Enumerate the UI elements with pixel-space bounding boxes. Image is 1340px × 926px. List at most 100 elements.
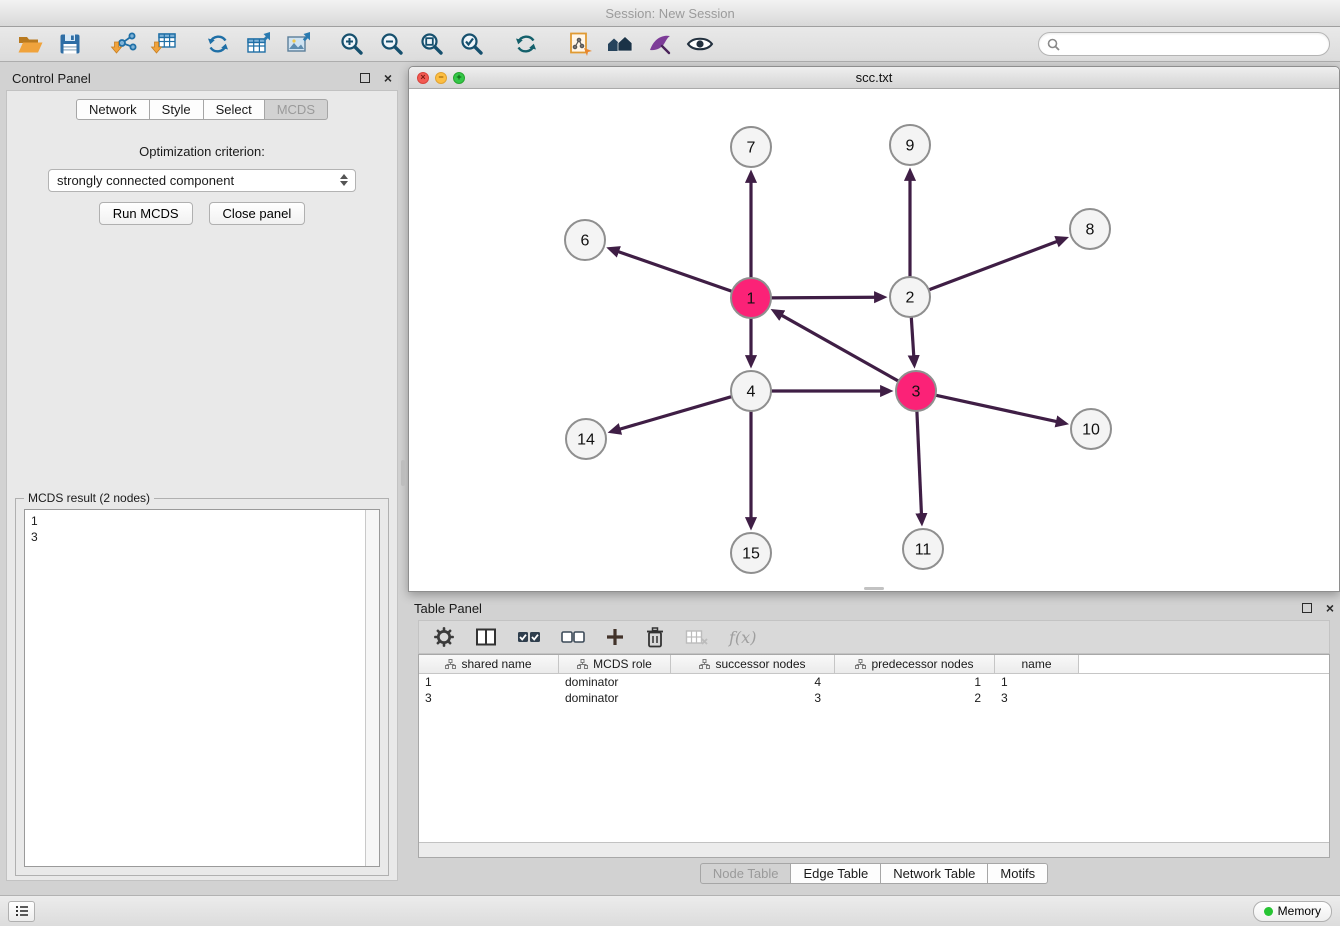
attach-table-button[interactable] xyxy=(238,29,278,59)
refresh-layout-button[interactable] xyxy=(506,29,546,59)
zoom-selected-button[interactable] xyxy=(452,29,492,59)
canvas-resize-handle[interactable] xyxy=(864,587,884,590)
tab-edge-table[interactable]: Edge Table xyxy=(790,863,881,884)
tab-select[interactable]: Select xyxy=(203,99,265,120)
window-close-icon[interactable] xyxy=(417,72,429,84)
column-header-name[interactable]: name xyxy=(995,655,1079,673)
column-type-icon xyxy=(445,659,456,669)
unselect-all-button[interactable] xyxy=(561,628,585,646)
import-table-button[interactable] xyxy=(144,29,184,59)
graph-node-label: 1 xyxy=(747,291,756,308)
column-header-mcds-role[interactable]: MCDS role xyxy=(559,655,671,673)
window-zoom-icon[interactable] xyxy=(453,72,465,84)
cell-shared-name: 3 xyxy=(419,691,559,705)
delete-table-button[interactable] xyxy=(685,628,709,646)
optimization-criterion-select[interactable]: strongly connected component xyxy=(48,169,356,192)
zoom-fit-icon xyxy=(419,31,445,57)
optimization-criterion-label: Optimization criterion: xyxy=(139,144,265,159)
save-session-button[interactable] xyxy=(50,29,90,59)
node-table: shared name MCDS role successor nodes xyxy=(418,654,1330,858)
column-header-shared-name[interactable]: shared name xyxy=(419,655,559,673)
tab-mcds[interactable]: MCDS xyxy=(264,99,328,120)
zoom-out-button[interactable] xyxy=(372,29,412,59)
selected-option: strongly connected component xyxy=(57,173,234,188)
zoom-in-button[interactable] xyxy=(332,29,372,59)
cell-successor-nodes: 4 xyxy=(671,675,835,689)
memory-button[interactable]: Memory xyxy=(1253,901,1332,922)
gear-icon xyxy=(433,626,455,648)
fx-icon: f(x) xyxy=(729,628,756,647)
network-window-title: scc.txt xyxy=(409,70,1339,85)
add-column-button[interactable] xyxy=(605,627,625,647)
run-mcds-button[interactable]: Run MCDS xyxy=(99,202,193,225)
table-settings-button[interactable] xyxy=(433,626,455,648)
export-image-button[interactable] xyxy=(278,29,318,59)
result-line: 1 xyxy=(31,513,359,529)
save-floppy-icon xyxy=(58,32,82,56)
search-icon xyxy=(1047,38,1060,51)
graph-edge-3-10[interactable] xyxy=(936,395,1058,422)
graph-edge-4-14[interactable] xyxy=(619,397,732,430)
new-network-button[interactable] xyxy=(198,29,238,59)
show-hide-button[interactable] xyxy=(680,29,720,59)
tab-motifs[interactable]: Motifs xyxy=(987,863,1048,884)
search-box[interactable] xyxy=(1038,32,1330,56)
tab-network-table[interactable]: Network Table xyxy=(880,863,988,884)
graph-edge-1-2[interactable] xyxy=(771,297,876,298)
tab-network[interactable]: Network xyxy=(76,99,150,120)
split-column-button[interactable] xyxy=(475,627,497,647)
status-bar: Memory xyxy=(0,895,1340,926)
apply-style-button[interactable] xyxy=(560,29,600,59)
zoom-fit-button[interactable] xyxy=(412,29,452,59)
mcds-result-groupbox: MCDS result (2 nodes) 1 3 xyxy=(15,498,389,876)
column-header-predecessor-nodes[interactable]: predecessor nodes xyxy=(835,655,995,673)
graph-edge-3-1[interactable] xyxy=(781,315,899,381)
tab-node-table[interactable]: Node Table xyxy=(700,863,792,884)
graph-edge-1-6[interactable] xyxy=(617,251,732,291)
purple-brush-icon xyxy=(647,32,673,56)
open-folder-icon xyxy=(17,32,44,56)
close-panel-icon[interactable] xyxy=(384,71,392,85)
task-history-button[interactable] xyxy=(8,901,35,922)
splitter-handle[interactable] xyxy=(401,460,405,486)
mcds-result-area[interactable]: 1 3 xyxy=(24,509,380,867)
show-all-button[interactable] xyxy=(600,29,640,59)
network-graph[interactable]: 7968124314101511 xyxy=(409,89,1339,591)
column-type-icon xyxy=(699,659,710,669)
float-table-panel-icon[interactable] xyxy=(1302,603,1312,613)
mcds-result-title: MCDS result (2 nodes) xyxy=(24,491,154,505)
table-panel-title: Table Panel xyxy=(414,601,482,616)
network-arrows-icon xyxy=(205,31,231,57)
window-minimize-icon[interactable] xyxy=(435,72,447,84)
import-network-icon xyxy=(110,31,138,57)
split-column-icon xyxy=(475,627,497,647)
close-panel-button[interactable]: Close panel xyxy=(209,202,306,225)
search-input[interactable] xyxy=(1060,37,1329,52)
close-table-panel-icon[interactable] xyxy=(1326,601,1334,615)
window-titlebar: Session: New Session xyxy=(0,0,1340,27)
graph-edge-3-11[interactable] xyxy=(917,411,922,515)
graph-edge-2-8[interactable] xyxy=(929,241,1058,290)
table-panel-header: Table Panel xyxy=(408,596,1340,620)
delete-column-button[interactable] xyxy=(645,626,665,648)
graph-edge-2-3[interactable] xyxy=(911,317,914,357)
dropdown-arrows-icon xyxy=(340,174,348,186)
cell-successor-nodes: 3 xyxy=(671,691,835,705)
open-session-button[interactable] xyxy=(10,29,50,59)
network-canvas[interactable]: 7968124314101511 xyxy=(409,89,1339,591)
column-type-icon xyxy=(577,659,588,669)
result-scrollbar[interactable] xyxy=(365,510,379,866)
select-all-button[interactable] xyxy=(517,628,541,646)
float-panel-icon[interactable] xyxy=(360,73,370,83)
table-horizontal-scrollbar[interactable] xyxy=(419,842,1329,857)
annotations-button[interactable] xyxy=(640,29,680,59)
function-builder-button[interactable]: f(x) xyxy=(729,628,756,647)
import-network-button[interactable] xyxy=(104,29,144,59)
vertical-splitter[interactable] xyxy=(400,62,406,895)
table-row[interactable]: 1 dominator 4 1 1 xyxy=(419,674,1329,690)
tab-style[interactable]: Style xyxy=(149,99,204,120)
unselect-all-icon xyxy=(561,628,585,646)
control-panel-tabs: Network Style Select MCDS xyxy=(76,99,328,120)
column-header-successor-nodes[interactable]: successor nodes xyxy=(671,655,835,673)
table-row[interactable]: 3 dominator 3 2 3 xyxy=(419,690,1329,706)
